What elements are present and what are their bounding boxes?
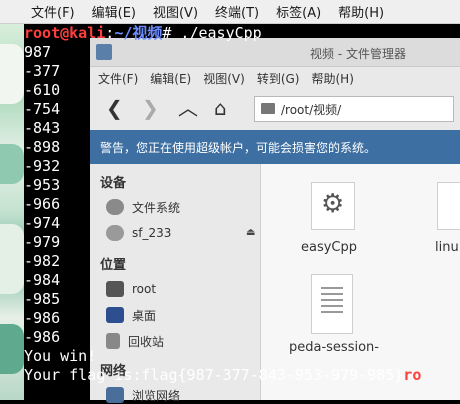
output-line: -953 bbox=[24, 176, 61, 194]
output-line: -986 bbox=[24, 309, 61, 327]
output-line: -984 bbox=[24, 271, 61, 289]
output-line: -754 bbox=[24, 100, 61, 118]
output-line: -843 bbox=[24, 119, 61, 137]
menu-tabs[interactable]: 标签(A) bbox=[276, 2, 321, 21]
win-message: You win! bbox=[24, 347, 97, 365]
menu-view[interactable]: 视图(V) bbox=[153, 2, 198, 21]
menu-help[interactable]: 帮助(H) bbox=[338, 2, 384, 21]
terminal-menubar: 文件(F) 编辑(E) 视图(V) 终端(T) 标签(A) 帮助(H) bbox=[0, 0, 460, 24]
trailing-prompt: ro bbox=[403, 366, 422, 384]
output-line: -898 bbox=[24, 138, 61, 156]
output-line: -982 bbox=[24, 252, 61, 270]
prompt-path: ~/视频 bbox=[114, 24, 163, 42]
output-line: -985 bbox=[24, 290, 61, 308]
prompt-sep: : bbox=[105, 24, 115, 42]
output-line: 987 bbox=[24, 43, 52, 61]
flag-line: Your flag is:flag{987-377-843-953-979-98… bbox=[24, 366, 421, 385]
wallpaper-hair-3 bbox=[0, 224, 24, 294]
terminal-output[interactable]: root@kali:~/视频# ./easyCpp 987 -377 -610 … bbox=[24, 24, 460, 400]
prompt-user: root@kali bbox=[24, 24, 106, 42]
output-line: -932 bbox=[24, 157, 61, 175]
output-line: -610 bbox=[24, 81, 61, 99]
output-line: -966 bbox=[24, 195, 61, 213]
wallpaper-art bbox=[0, 24, 24, 400]
output-line: -974 bbox=[24, 214, 61, 232]
command-text: ./easyCpp bbox=[171, 24, 262, 42]
menu-edit[interactable]: 编辑(E) bbox=[92, 2, 136, 21]
wallpaper-hair-2 bbox=[0, 144, 24, 184]
wallpaper-hair-1 bbox=[0, 44, 24, 104]
output-line: -986 bbox=[24, 328, 61, 346]
flag-text: Your flag is:flag{987-377-843-953-979-98… bbox=[24, 366, 404, 384]
menubar-spacer bbox=[0, 0, 31, 24]
output-line: -979 bbox=[24, 233, 61, 251]
menu-file[interactable]: 文件(F) bbox=[31, 2, 75, 21]
menu-terminal[interactable]: 终端(T) bbox=[215, 2, 259, 21]
wallpaper-hair-4 bbox=[0, 324, 24, 374]
output-line: -377 bbox=[24, 62, 61, 80]
prompt-line: root@kali:~/视频# ./easyCpp bbox=[24, 24, 262, 43]
